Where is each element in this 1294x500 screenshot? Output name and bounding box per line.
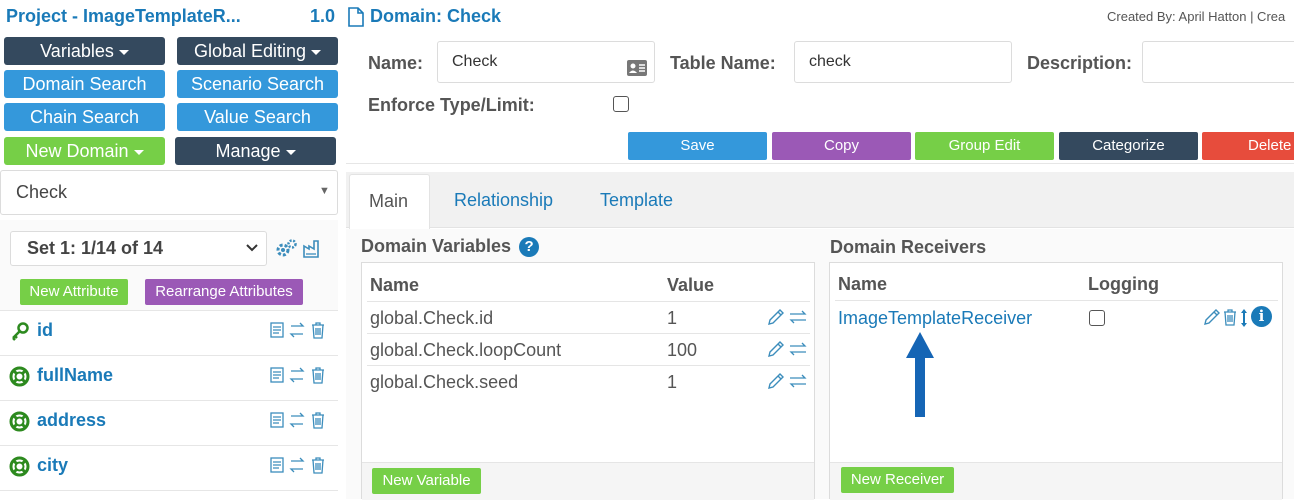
question-circle-icon[interactable]: ? — [519, 237, 540, 257]
name-field[interactable]: Check — [437, 41, 655, 83]
version-label: 1.0 — [310, 6, 336, 26]
table-row[interactable]: global.Check.id 1 — [367, 301, 810, 333]
table-row[interactable]: global.Check.loopCount 100 — [367, 333, 810, 365]
pencil-icon[interactable] — [767, 372, 785, 395]
created-by: Created By: April Hatton | Crea — [1107, 9, 1286, 24]
lifebuoy-icon — [9, 366, 30, 392]
domain-variables-panel: Name Value global.Check.id 1 global.Chec… — [361, 262, 815, 500]
variable-name: global.Check.id — [370, 308, 494, 328]
row-actions — [270, 456, 328, 479]
new-variable-button[interactable]: New Variable — [372, 468, 481, 494]
sort-arrows-icon[interactable] — [1240, 308, 1248, 333]
pencil-icon[interactable] — [767, 308, 785, 331]
factory-icon[interactable] — [302, 237, 322, 264]
domain-select-value: Check — [16, 182, 68, 202]
lifebuoy-icon — [9, 456, 30, 482]
scenario-search-button[interactable]: Scenario Search — [177, 70, 338, 98]
group-edit-button[interactable]: Group Edit — [915, 132, 1054, 160]
save-button[interactable]: Save — [628, 132, 767, 160]
annotation-arrow — [904, 330, 936, 423]
new-attribute-button[interactable]: New Attribute — [20, 279, 128, 305]
tab-template[interactable]: Template — [600, 190, 673, 211]
value-search-button[interactable]: Value Search — [177, 103, 338, 131]
key-icon — [10, 321, 30, 346]
table-row[interactable]: global.Check.seed 1 — [367, 365, 810, 397]
exchange-icon[interactable] — [789, 309, 807, 330]
row-actions — [270, 321, 328, 344]
domain-receivers-title: Domain Receivers — [830, 237, 987, 257]
copy-button[interactable]: Copy — [772, 132, 911, 160]
chevron-down-icon — [245, 240, 259, 259]
variable-name: global.Check.seed — [370, 372, 519, 392]
categorize-button[interactable]: Categorize — [1059, 132, 1198, 160]
col-logging-header: Logging — [1088, 274, 1159, 294]
name-label: Name: — [368, 53, 424, 73]
rearrange-attributes-button[interactable]: Rearrange Attributes — [145, 279, 303, 305]
domain-title-bar: Domain: Check Created By: April Hatton |… — [346, 0, 1294, 34]
document-icon — [348, 7, 364, 32]
trash-icon[interactable] — [1223, 308, 1237, 331]
domain-search-button[interactable]: Domain Search — [4, 70, 165, 98]
chevron-down-icon: ▼ — [319, 185, 330, 197]
delete-button[interactable]: Delete — [1202, 132, 1294, 160]
variable-value: 100 — [667, 340, 698, 360]
col-name-header: Name — [838, 274, 888, 294]
variables-button[interactable]: Variables — [4, 37, 165, 65]
enforce-type-limit-checkbox[interactable] — [613, 96, 629, 112]
attribute-name[interactable]: city — [37, 455, 68, 476]
gears-icon[interactable] — [276, 238, 298, 263]
receiver-link[interactable]: ImageTemplateReceiver — [838, 308, 1032, 329]
logging-checkbox[interactable] — [1089, 310, 1105, 326]
set-select-value: Set 1: 1/14 of 14 — [27, 238, 164, 258]
new-receiver-button[interactable]: New Receiver — [841, 467, 954, 493]
attribute-row[interactable]: city — [0, 446, 338, 491]
description-field[interactable] — [1142, 41, 1294, 83]
table-row[interactable]: ImageTemplateReceiver i — [835, 300, 1278, 332]
chain-search-button[interactable]: Chain Search — [4, 103, 165, 131]
pencil-icon[interactable] — [1203, 308, 1221, 331]
manage-button[interactable]: Manage — [175, 137, 336, 165]
tab-main[interactable]: Main — [349, 174, 430, 229]
new-domain-button[interactable]: New Domain — [4, 137, 165, 165]
project-title[interactable]: Project - ImageTemplateR... — [6, 6, 241, 27]
table-name-field[interactable]: check — [794, 41, 1012, 83]
attribute-name[interactable]: fullName — [37, 365, 113, 386]
attribute-row[interactable]: address — [0, 401, 338, 446]
variable-name: global.Check.loopCount — [370, 340, 562, 360]
description-label: Description: — [1027, 53, 1133, 73]
variable-value: 1 — [667, 372, 678, 392]
row-actions — [270, 366, 328, 389]
domain-title: Domain: Check — [370, 6, 502, 26]
attribute-list: id fullName address city — [0, 310, 338, 499]
tab-main-label: Main — [369, 191, 409, 211]
pencil-icon[interactable] — [767, 340, 785, 363]
attribute-row[interactable]: fullName — [0, 356, 338, 401]
id-card-icon — [626, 53, 648, 93]
attribute-name[interactable]: address — [37, 410, 106, 431]
attribute-name[interactable]: id — [37, 320, 53, 341]
domain-select[interactable]: Check ▼ — [0, 170, 338, 215]
exchange-icon[interactable] — [789, 341, 807, 362]
domain-variables-title: Domain Variables ? — [361, 236, 540, 257]
variable-value: 1 — [667, 308, 678, 328]
domain-receivers-panel: Name Logging ImageTemplateReceiver i — [829, 262, 1283, 500]
name-field-value: Check — [452, 53, 498, 70]
attribute-row[interactable]: id — [0, 311, 338, 356]
table-name-label: Table Name: — [670, 53, 776, 73]
exchange-icon[interactable] — [789, 373, 807, 394]
global-editing-button[interactable]: Global Editing — [177, 37, 338, 65]
lifebuoy-icon — [9, 411, 30, 437]
col-value-header: Value — [667, 275, 715, 295]
set-select[interactable]: Set 1: 1/14 of 14 — [10, 231, 267, 266]
info-circle-icon[interactable]: i — [1251, 306, 1272, 327]
row-actions — [270, 411, 328, 434]
tab-relationship[interactable]: Relationship — [454, 190, 553, 211]
enforce-type-limit-label: Enforce Type/Limit: — [368, 95, 535, 115]
col-name-header: Name — [370, 275, 420, 295]
